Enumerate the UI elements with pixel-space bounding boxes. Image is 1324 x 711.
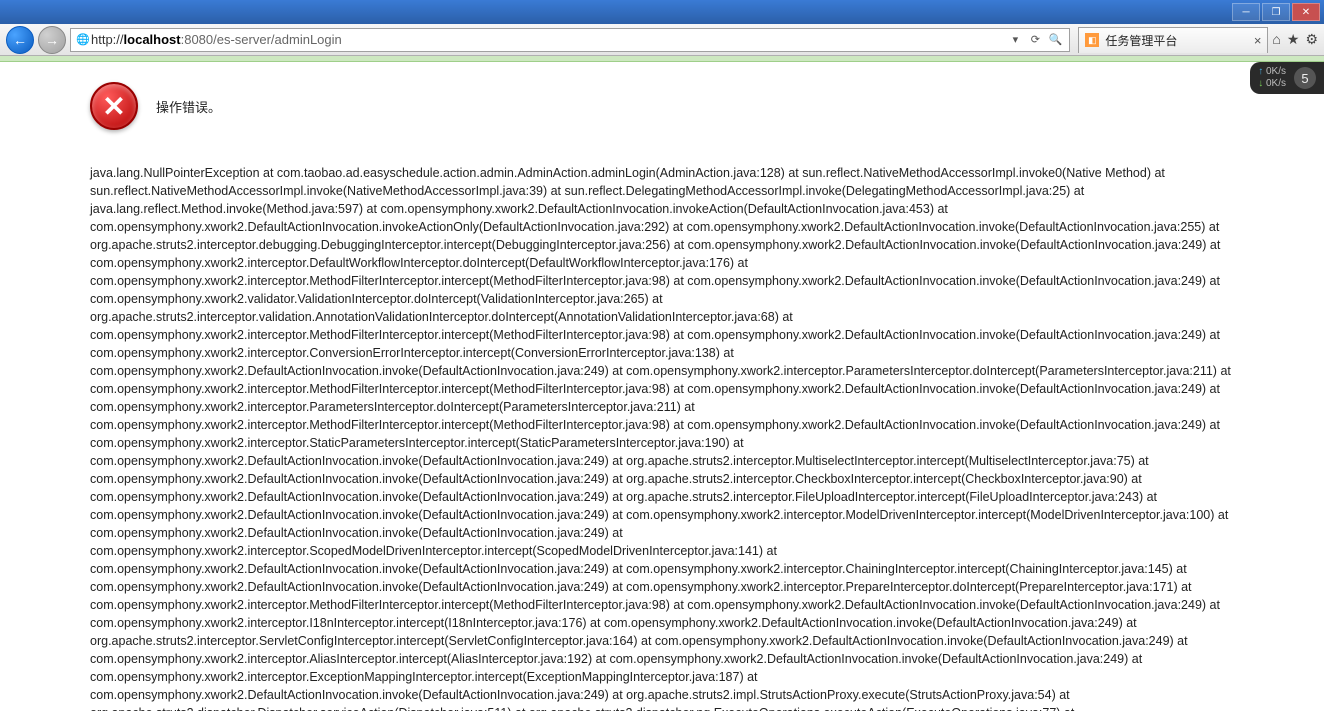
window-titlebar: ─ ❐ ✕ — [0, 0, 1324, 24]
browser-toolbar: ← → 🌐 http://localhost:8080/es-server/ad… — [0, 24, 1324, 56]
browser-tab[interactable]: ◧ 任务管理平台 × — [1078, 27, 1268, 53]
address-url[interactable]: http://localhost:8080/es-server/adminLog… — [91, 32, 1005, 47]
nav-back-button[interactable]: ← — [6, 26, 34, 54]
error-header: ✕ 操作错误。 — [90, 82, 1234, 130]
error-icon: ✕ — [90, 82, 138, 130]
window-maximize-button[interactable]: ❐ — [1262, 3, 1290, 21]
tab-strip: ◧ 任务管理平台 × — [1078, 27, 1268, 53]
error-stacktrace: java.lang.NullPointerException at com.ta… — [90, 164, 1234, 711]
toolbar-right-icons: ⌂ ★ ⚙ — [1272, 31, 1318, 48]
window-close-button[interactable]: ✕ — [1292, 3, 1320, 21]
window-minimize-button[interactable]: ─ — [1232, 3, 1260, 21]
search-icon[interactable]: 🔍 — [1045, 33, 1065, 46]
address-dropdown-icon[interactable]: ▾ — [1005, 33, 1025, 46]
url-host: localhost — [124, 32, 181, 47]
tab-title: 任务管理平台 — [1105, 32, 1247, 49]
page-favicon-icon: 🌐 — [75, 32, 91, 48]
url-proto: http:// — [91, 32, 124, 47]
url-rest: :8080/es-server/adminLogin — [181, 32, 342, 47]
page-content: ✕ 操作错误。 java.lang.NullPointerException a… — [0, 62, 1324, 711]
nav-forward-button[interactable]: → — [38, 26, 66, 54]
tab-close-icon[interactable]: × — [1254, 33, 1262, 48]
error-title: 操作错误。 — [156, 97, 221, 116]
tab-favicon-icon: ◧ — [1085, 33, 1099, 47]
favorites-icon[interactable]: ★ — [1287, 31, 1300, 48]
refresh-icon[interactable]: ⟳ — [1025, 33, 1045, 46]
address-bar[interactable]: 🌐 http://localhost:8080/es-server/adminL… — [70, 28, 1070, 52]
home-icon[interactable]: ⌂ — [1272, 31, 1280, 48]
tools-icon[interactable]: ⚙ — [1305, 31, 1318, 48]
